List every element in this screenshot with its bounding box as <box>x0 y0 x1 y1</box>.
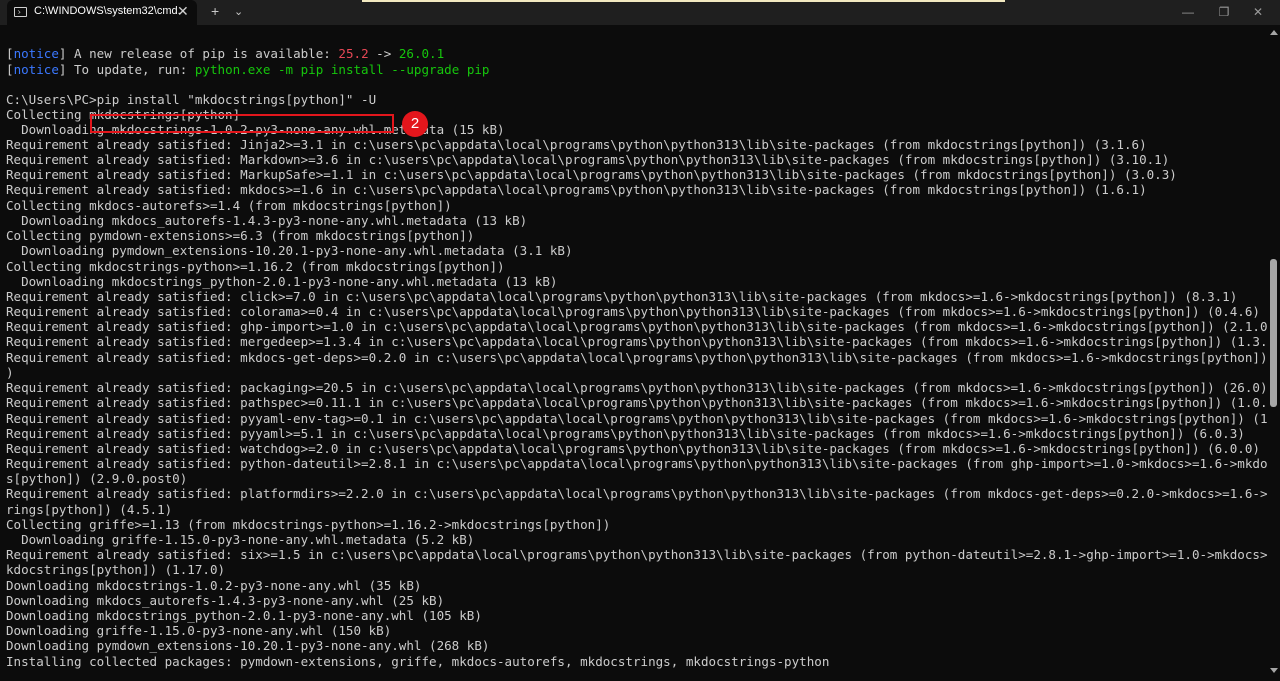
scroll-down-arrow-icon[interactable] <box>1270 668 1278 673</box>
notice-line-2: [notice] To update, run: python.exe -m p… <box>6 62 489 77</box>
console-line: Downloading pymdown_extensions-10.20.1-p… <box>6 638 490 653</box>
new-version: 26.0.1 <box>398 46 445 61</box>
version-arrow: -> <box>368 46 399 61</box>
close-icon: ✕ <box>1252 5 1264 19</box>
vertical-scrollbar[interactable] <box>1268 25 1280 681</box>
step-badge: 2 <box>402 111 428 137</box>
scroll-up-arrow-icon[interactable] <box>1270 30 1278 35</box>
plus-icon: + <box>211 3 220 19</box>
console-line: Requirement already satisfied: packaging… <box>6 380 1268 395</box>
bracket: [ <box>6 62 14 77</box>
scrollbar-thumb[interactable] <box>1270 259 1277 407</box>
command-highlight-box <box>90 114 394 133</box>
notice-text: A new release of pip is available: <box>66 46 339 61</box>
terminal-icon <box>14 7 27 17</box>
console-line: Collecting pymdown-extensions>=6.3 (from… <box>6 228 475 243</box>
console-line: Requirement already satisfied: colorama>… <box>6 304 1260 319</box>
chevron-down-icon: ⌄ <box>234 6 244 18</box>
notice-tag: notice <box>13 46 59 61</box>
old-version: 25.2 <box>338 46 369 61</box>
console-line: Downloading pymdown_extensions-10.20.1-p… <box>6 243 573 258</box>
console-line: kdocstrings[python]) (1.17.0) <box>6 562 226 577</box>
console-line: Downloading mkdocs_autorefs-1.4.3-py3-no… <box>6 213 528 228</box>
console-line: Requirement already satisfied: Jinja2>=3… <box>6 137 1147 152</box>
title-bar: C:\WINDOWS\system32\cmd. ✕ + ⌄ — ❐ ✕ <box>0 0 1280 25</box>
console-line: Requirement already satisfied: watchdog>… <box>6 441 1260 456</box>
console-line: s[python]) (2.9.0.post0) <box>6 471 188 486</box>
console-line: Requirement already satisfied: pyyaml>=5… <box>6 426 1245 441</box>
console-line: rings[python]) (4.5.1) <box>6 502 173 517</box>
new-tab-button[interactable]: + <box>211 3 219 19</box>
console-line: Downloading mkdocstrings_python-2.0.1-py… <box>6 608 482 623</box>
top-accent-strip <box>362 0 1005 2</box>
maximize-icon: ❐ <box>1218 5 1230 19</box>
bracket: [ <box>6 46 14 61</box>
console-line: Requirement already satisfied: platformd… <box>6 486 1280 501</box>
console-line: Installing collected packages: pymdown-e… <box>6 654 830 669</box>
tab-title: C:\WINDOWS\system32\cmd. <box>34 5 181 17</box>
minimize-icon: — <box>1182 5 1194 19</box>
console-line: Requirement already satisfied: six>=1.5 … <box>6 547 1280 562</box>
close-window-button[interactable]: ✕ <box>1235 0 1280 25</box>
console-line: Collecting mkdocs-autorefs>=1.4 (from mk… <box>6 198 452 213</box>
console-line: Requirement already satisfied: mkdocs-ge… <box>6 350 1280 365</box>
console-line: Requirement already satisfied: mkdocs>=1… <box>6 182 1147 197</box>
console-line: Requirement already satisfied: MarkupSaf… <box>6 167 1177 182</box>
notice-text: To update, run: <box>66 62 195 77</box>
upgrade-command: python.exe -m pip install --upgrade pip <box>194 62 490 77</box>
console-line: Requirement already satisfied: pathspec>… <box>6 395 1280 410</box>
tab-close-icon[interactable]: ✕ <box>177 3 189 20</box>
console-line: Downloading mkdocstrings_python-2.0.1-py… <box>6 274 558 289</box>
console-line: Requirement already satisfied: Markdown>… <box>6 152 1170 167</box>
console-line: Collecting mkdocstrings-python>=1.16.2 (… <box>6 259 505 274</box>
console-line: Downloading griffe-1.15.0-py3-none-any.w… <box>6 623 392 638</box>
command-line: C:\Users\PC>pip install "mkdocstrings[py… <box>6 92 377 107</box>
console-line: Downloading griffe-1.15.0-py3-none-any.w… <box>6 532 475 547</box>
console-line: Downloading mkdocstrings-1.0.2-py3-none-… <box>6 578 422 593</box>
tab-cmd[interactable]: C:\WINDOWS\system32\cmd. ✕ <box>7 0 197 25</box>
console-line: Collecting griffe>=1.13 (from mkdocstrin… <box>6 517 611 532</box>
notice-tag: notice <box>13 62 59 77</box>
console-line: ) <box>6 365 14 380</box>
console-output[interactable]: [notice] A new release of pip is availab… <box>0 25 1280 681</box>
console-line: Requirement already satisfied: mergedeep… <box>6 334 1280 349</box>
tab-dropdown-button[interactable]: ⌄ <box>234 5 243 18</box>
console-line: Requirement already satisfied: python-da… <box>6 456 1280 471</box>
console-line: Requirement already satisfied: ghp-impor… <box>6 319 1276 334</box>
notice-line-1: [notice] A new release of pip is availab… <box>6 46 444 61</box>
console-line: Requirement already satisfied: click>=7.… <box>6 289 1238 304</box>
console-line: Requirement already satisfied: pyyaml-en… <box>6 411 1280 426</box>
console-line: Downloading mkdocs_autorefs-1.4.3-py3-no… <box>6 593 445 608</box>
